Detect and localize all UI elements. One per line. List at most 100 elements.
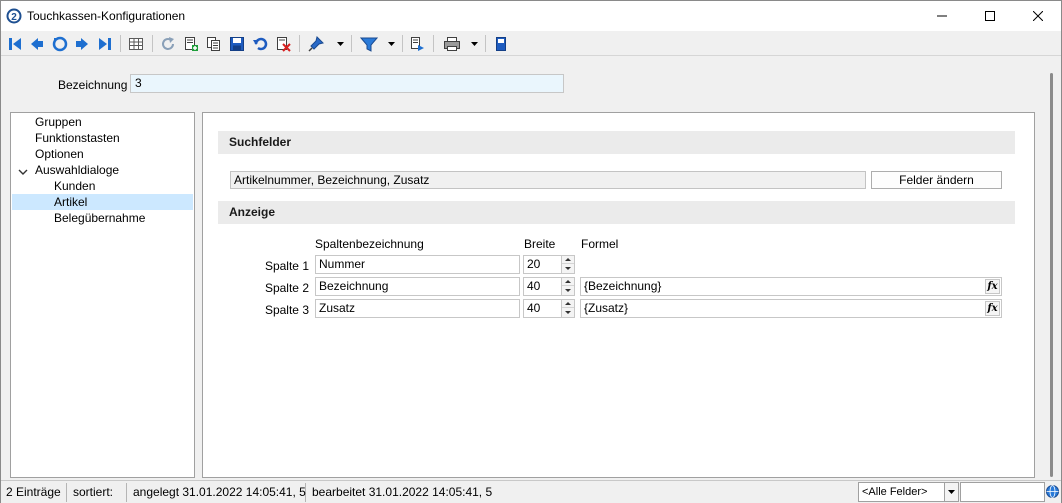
spalte-2-formula-input[interactable]: {Bezeichnung} fx <box>580 277 1002 296</box>
last-record-button[interactable] <box>95 34 115 53</box>
new-record-button[interactable] <box>181 34 201 53</box>
new-record-icon <box>185 36 198 51</box>
chevron-down-icon <box>948 490 955 494</box>
previous-record-icon <box>31 37 43 50</box>
close-icon <box>1033 11 1043 21</box>
app-logo-icon: 2 <box>6 8 22 24</box>
minimize-button[interactable] <box>919 1 965 31</box>
tree-item-gruppen[interactable]: Gruppen <box>35 114 82 130</box>
previous-record-button[interactable] <box>27 34 47 53</box>
close-button[interactable] <box>1015 1 1061 31</box>
spalte-3-formula-value: {Zusatz} <box>584 301 629 315</box>
spalte-3-name-input[interactable]: Zusatz <box>315 299 520 318</box>
spin-buttons[interactable] <box>561 300 574 317</box>
refresh-circle-button[interactable] <box>50 34 70 53</box>
spin-up-icon[interactable] <box>562 300 574 308</box>
spin-down-icon[interactable] <box>562 308 574 316</box>
title-bar: 2 Touchkassen-Konfigurationen <box>1 1 1061 31</box>
spin-up-icon[interactable] <box>562 278 574 286</box>
row-label-spalte-3: Spalte 3 <box>264 303 309 317</box>
spalte-3-width-value: 40 <box>527 301 541 315</box>
first-record-button[interactable] <box>5 34 25 53</box>
export-icon <box>411 36 424 51</box>
detail-panel: Suchfelder Artikelnummer, Bezeichnung, Z… <box>202 112 1035 478</box>
field-filter-select[interactable]: <Alle Felder> <box>858 482 959 502</box>
info-button[interactable] <box>491 34 511 53</box>
tree-expand-chevron[interactable] <box>18 166 28 176</box>
navigation-tree: Gruppen Funktionstasten Optionen Auswahl… <box>10 112 195 478</box>
column-header-spaltenbezeichnung: Spaltenbezeichnung <box>315 237 424 251</box>
filter-dropdown[interactable] <box>386 34 396 53</box>
column-header-breite: Breite <box>524 237 556 251</box>
field-filter-dropdown[interactable] <box>944 483 958 501</box>
pin-dropdown[interactable] <box>335 34 345 53</box>
pin-icon <box>308 35 324 52</box>
column-header-formel: Formel <box>581 237 619 251</box>
filter-button[interactable] <box>359 34 379 53</box>
spalte-1-width-stepper[interactable]: 20 <box>523 255 575 274</box>
spalte-2-width-stepper[interactable]: 40 <box>523 277 575 296</box>
field-filter-value: <Alle Felder> <box>862 486 928 498</box>
chevron-down-icon <box>336 41 344 46</box>
spalte-1-name-input[interactable]: Nummer <box>315 255 520 274</box>
spin-buttons[interactable] <box>561 278 574 295</box>
felder-aendern-button[interactable]: Felder ändern <box>871 171 1002 189</box>
row-label-spalte-1: Spalte 1 <box>264 259 309 273</box>
last-record-icon <box>99 37 111 50</box>
toolbar-separator <box>351 35 352 52</box>
toolbar-separator <box>402 35 403 52</box>
copy-record-button[interactable] <box>204 34 224 53</box>
print-button[interactable] <box>442 34 462 53</box>
vertical-scrollbar[interactable] <box>1042 57 1061 478</box>
spalte-3-width-stepper[interactable]: 40 <box>523 299 575 318</box>
info-icon <box>496 36 506 51</box>
export-button[interactable] <box>407 34 427 53</box>
tree-item-optionen[interactable]: Optionen <box>35 146 84 162</box>
bezeichnung-label: Bezeichnung <box>58 78 128 92</box>
pin-button[interactable] <box>306 34 326 53</box>
toolbar-separator <box>120 35 121 52</box>
tree-item-auswahldialoge[interactable]: Auswahldialoge <box>35 162 119 178</box>
search-input[interactable] <box>960 482 1045 502</box>
maximize-button[interactable] <box>967 1 1013 31</box>
svg-text:2: 2 <box>11 12 17 23</box>
window-title: Touchkassen-Konfigurationen <box>27 9 186 23</box>
bezeichnung-input[interactable]: 3 <box>130 74 564 93</box>
toolbar <box>1 31 1061 56</box>
table-view-button[interactable] <box>126 34 146 53</box>
print-dropdown[interactable] <box>469 34 479 53</box>
minimize-icon <box>937 15 947 17</box>
spin-down-icon[interactable] <box>562 286 574 294</box>
main-window: 2 Touchkassen-Konfigurationen Bezeichnun… <box>0 0 1062 503</box>
globe-search-icon[interactable] <box>1046 485 1059 498</box>
spin-down-icon[interactable] <box>562 264 574 272</box>
formula-editor-icon[interactable]: fx <box>985 279 1000 294</box>
next-record-button[interactable] <box>72 34 92 53</box>
toolbar-separator <box>152 35 153 52</box>
spin-up-icon[interactable] <box>562 256 574 264</box>
tree-item-kunden[interactable]: Kunden <box>54 178 95 194</box>
chevron-down-icon <box>470 41 478 46</box>
spin-buttons[interactable] <box>561 256 574 273</box>
tree-item-funktionstasten[interactable]: Funktionstasten <box>35 130 120 146</box>
anzeige-header: Anzeige <box>218 201 1015 224</box>
save-button[interactable] <box>227 34 247 53</box>
toolbar-separator <box>433 35 434 52</box>
row-label-spalte-2: Spalte 2 <box>264 281 309 295</box>
spalte-3-formula-input[interactable]: {Zusatz} fx <box>580 299 1002 318</box>
delete-button[interactable] <box>273 34 293 53</box>
refresh-circle-icon <box>52 36 68 51</box>
toolbar-separator <box>485 35 486 52</box>
spalte-2-name-input[interactable]: Bezeichnung <box>315 277 520 296</box>
reload-button[interactable] <box>158 34 178 53</box>
formula-editor-icon[interactable]: fx <box>985 301 1000 316</box>
undo-button[interactable] <box>250 34 270 53</box>
next-record-icon <box>76 37 88 50</box>
scrollbar-thumb[interactable] <box>1050 73 1053 477</box>
reload-icon <box>162 36 174 50</box>
tree-item-beleguebernahme[interactable]: Belegübernahme <box>54 210 145 226</box>
toolbar-separator <box>299 35 300 52</box>
spalte-1-width-value: 20 <box>527 257 541 271</box>
table-view-icon <box>129 37 143 50</box>
tree-item-artikel[interactable]: Artikel <box>12 194 193 210</box>
